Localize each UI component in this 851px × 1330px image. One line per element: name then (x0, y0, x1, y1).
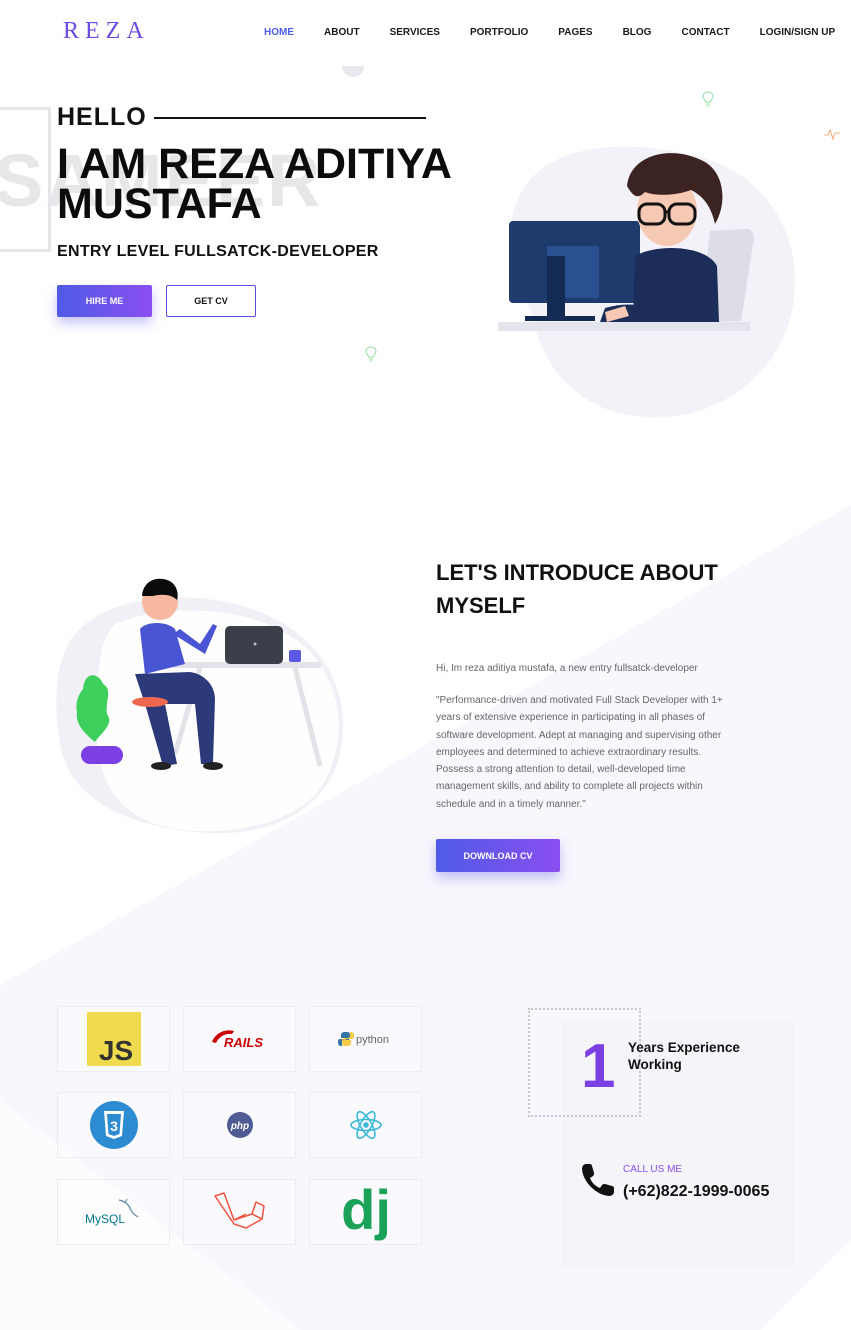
bulb-icon (702, 91, 714, 107)
call-us-label: CALL US ME (623, 1164, 683, 1175)
svg-text:MySQL: MySQL (85, 1212, 125, 1226)
hero-developer-illustration (498, 146, 796, 418)
download-cv-button[interactable]: DOWNLOAD CV (436, 839, 560, 872)
svg-text:3: 3 (110, 1118, 118, 1134)
skill-react (309, 1092, 422, 1158)
skill-django: dj (309, 1179, 422, 1245)
experience-label: Years Experience Working (628, 1040, 740, 1072)
skill-rails: RAILS (183, 1006, 296, 1072)
hero-greeting: HELLO (57, 103, 147, 131)
bulb-icon (365, 346, 377, 362)
nav-item-pages[interactable]: PAGES (558, 27, 592, 38)
half-circle-decoration (342, 66, 364, 77)
about-intro: Hi, Im reza aditiya mustafa, a new entry… (436, 663, 698, 674)
skill-js: JS (57, 1006, 170, 1072)
pulse-icon (824, 128, 840, 140)
site-logo[interactable]: REZA (63, 18, 150, 45)
skill-laravel (183, 1179, 296, 1245)
skill-php: php (183, 1092, 296, 1158)
nav-item-portfolio[interactable]: PORTFOLIO (470, 27, 528, 38)
skill-python: python (309, 1006, 422, 1072)
laravel-icon (213, 1192, 265, 1229)
phone-number[interactable]: (+62)822-1999-0065 (623, 1182, 783, 1201)
nav-item-services[interactable]: SERVICES (390, 27, 440, 38)
phone-icon (582, 1164, 614, 1196)
experience-years: 1 (581, 1032, 616, 1101)
get-cv-button[interactable]: GET CV (166, 285, 256, 317)
site-header: REZA HOME ABOUT SERVICES PORTFOLIO PAGES… (0, 0, 851, 64)
nav-item-about[interactable]: ABOUT (324, 27, 360, 38)
skill-mysql: MySQL (57, 1179, 170, 1245)
php-icon: php (226, 1112, 253, 1138)
rails-icon: RAILS (211, 1030, 263, 1050)
hero-role: ENTRY LEVEL FULLSATCK-DEVELOPER (57, 243, 379, 260)
about-title: LET'S INTRODUCE ABOUT MYSELF (436, 560, 718, 618)
about-body: "Performance-driven and motivated Full S… (436, 695, 723, 810)
svg-text:python: python (356, 1034, 389, 1046)
hero-name: I AM REZA ADITIYA MUSTAFA (57, 140, 451, 228)
react-icon (349, 1110, 382, 1140)
nav-item-home[interactable]: HOME (264, 27, 294, 38)
about-developer-illustration (56, 578, 344, 834)
svg-text:php: php (229, 1121, 248, 1132)
nav-item-login-signup[interactable]: LOGIN/SIGN UP (760, 27, 836, 38)
css3-icon: 3 (89, 1101, 138, 1149)
main-nav: HOME ABOUT SERVICES PORTFOLIO PAGES BLOG… (264, 27, 851, 38)
nav-item-blog[interactable]: BLOG (623, 27, 652, 38)
django-icon: dj (341, 1179, 391, 1241)
python-icon: python (337, 1032, 389, 1046)
javascript-icon: JS (86, 1012, 141, 1066)
svg-text:RAILS: RAILS (224, 1035, 263, 1050)
svg-text:JS: JS (98, 1035, 132, 1066)
hire-me-button[interactable]: HIRE ME (57, 285, 152, 317)
skill-css3: 3 (57, 1092, 170, 1158)
hero-greeting-divider (154, 117, 426, 119)
mysql-icon: MySQL (85, 1198, 138, 1226)
nav-item-contact[interactable]: CONTACT (681, 27, 729, 38)
svg-text:dj: dj (341, 1179, 391, 1241)
